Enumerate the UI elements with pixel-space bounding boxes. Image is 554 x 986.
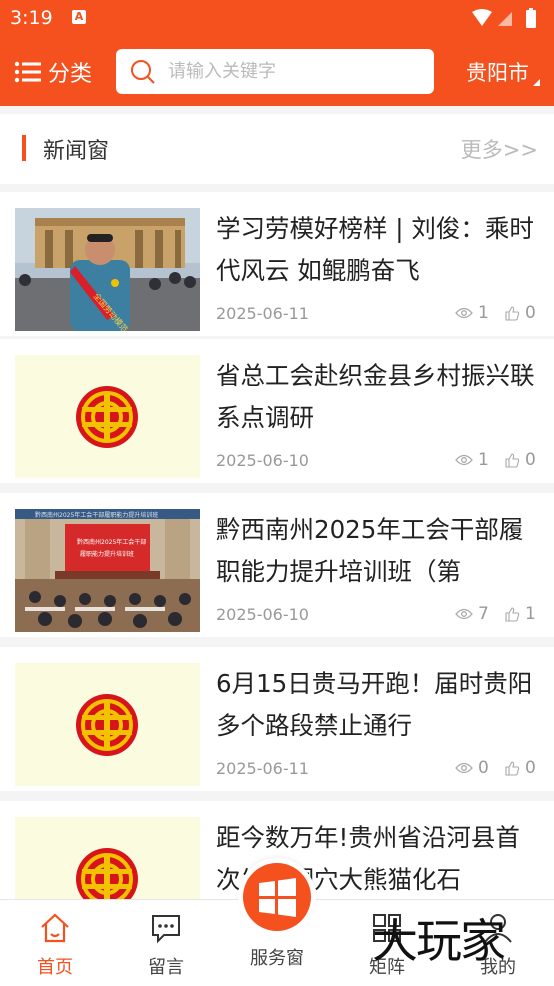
news-thumbnail-photo: 黔西南州2025年工会干部履职能力提升培训班 黔西南州2025年工会干部 履职能… [15, 509, 200, 632]
like-count-value: 0 [525, 450, 536, 470]
like-count-value: 0 [525, 303, 536, 323]
view-count-value: 1 [478, 450, 489, 470]
watermark: 大玩家 [372, 914, 506, 968]
view-count-value: 0 [478, 758, 489, 778]
thumbs-up-icon [505, 305, 520, 321]
svg-text:黔西南州2025年工会干部履职能力提升培训班: 黔西南州2025年工会干部履职能力提升培训班 [35, 511, 158, 519]
svg-text:黔西南州2025年工会干部: 黔西南州2025年工会干部 [77, 538, 146, 546]
view-count-value: 1 [478, 303, 489, 323]
notification-icon: A [72, 10, 86, 24]
news-section-header: 新闻窗 更多>> [0, 114, 554, 184]
news-thumbnail-photo: 全国劳动模范 [15, 208, 200, 331]
eye-icon [455, 454, 473, 466]
tab-home[interactable]: 首页 [0, 900, 110, 986]
view-count-value: 7 [478, 604, 489, 624]
search-bar [116, 49, 434, 94]
like-count-value: 0 [525, 758, 536, 778]
news-date: 2025-06-11 [216, 304, 309, 323]
view-count: 1 [455, 303, 489, 323]
battery-icon [526, 10, 536, 28]
news-title: 黔西南州2025年工会干部履职能力提升培训班（第 [216, 515, 524, 586]
status-bar: 3:19 A [0, 0, 554, 38]
like-count[interactable]: 0 [505, 450, 536, 470]
thumbs-up-icon [505, 452, 520, 468]
top-bar: 分类 贵阳市 [0, 38, 554, 106]
service-window-button[interactable] [238, 858, 316, 936]
like-count-value: 1 [525, 604, 536, 624]
wifi-icon [472, 9, 492, 26]
like-count[interactable]: 1 [505, 604, 536, 624]
windows-icon [259, 878, 296, 917]
caret-icon [533, 79, 540, 86]
view-count: 0 [455, 758, 489, 778]
chat-icon [152, 915, 180, 944]
news-item[interactable]: 6月15日贵马开跑！届时贵阳多个路段禁止通行 2025-06-11 0 0 [0, 647, 554, 791]
status-time: 3:19 [10, 7, 53, 29]
tab-message[interactable]: 留言 [111, 900, 221, 986]
news-title: 6月15日贵马开跑！届时贵阳多个路段禁止通行 [216, 669, 533, 740]
status-icons [472, 8, 536, 28]
section-title: 新闻窗 [43, 139, 110, 164]
news-date: 2025-06-11 [216, 759, 309, 778]
news-title: 学习劳模好榜样 | 刘俊：乘时代风云 如鲲鹏奋飞 [216, 214, 534, 285]
section-accent-bar [22, 135, 26, 161]
category-menu-button[interactable]: 分类 [14, 56, 92, 88]
eye-icon [455, 608, 473, 620]
news-item[interactable]: 省总工会赴织金县乡村振兴联系点调研 2025-06-10 1 0 [0, 339, 554, 483]
news-item[interactable]: 全国劳动模范 学习劳模好榜样 | 刘俊：乘时代风云 如鲲鹏奋飞 2025-06-… [0, 192, 554, 336]
union-logo-thumbnail [15, 663, 200, 786]
category-label: 分类 [48, 62, 93, 87]
tab-message-label: 留言 [148, 957, 184, 978]
like-count[interactable]: 0 [505, 303, 536, 323]
news-date: 2025-06-10 [216, 451, 309, 470]
news-date: 2025-06-10 [216, 605, 309, 624]
service-window-label: 服务窗 [250, 948, 304, 969]
svg-text:履职能力提升培训班: 履职能力提升培训班 [80, 550, 134, 558]
news-item[interactable]: 黔西南州2025年工会干部履职能力提升培训班 黔西南州2025年工会干部 履职能… [0, 493, 554, 637]
city-label: 贵阳市 [466, 61, 529, 85]
tab-home-label: 首页 [37, 957, 73, 978]
eye-icon [455, 762, 473, 774]
city-selector[interactable]: 贵阳市 [466, 57, 540, 87]
like-count[interactable]: 0 [505, 758, 536, 778]
home-icon [41, 913, 69, 943]
union-logo-thumbnail [15, 355, 200, 478]
list-icon [14, 61, 41, 83]
view-count: 1 [455, 450, 489, 470]
search-icon [131, 59, 155, 84]
news-title: 省总工会赴织金县乡村振兴联系点调研 [216, 361, 535, 432]
thumbs-up-icon [505, 760, 520, 776]
thumbs-up-icon [505, 606, 520, 622]
eye-icon [455, 307, 473, 319]
search-input[interactable] [166, 60, 410, 83]
view-count: 7 [455, 604, 489, 624]
signal-icon [498, 12, 512, 26]
more-link[interactable]: 更多>> [461, 134, 538, 164]
